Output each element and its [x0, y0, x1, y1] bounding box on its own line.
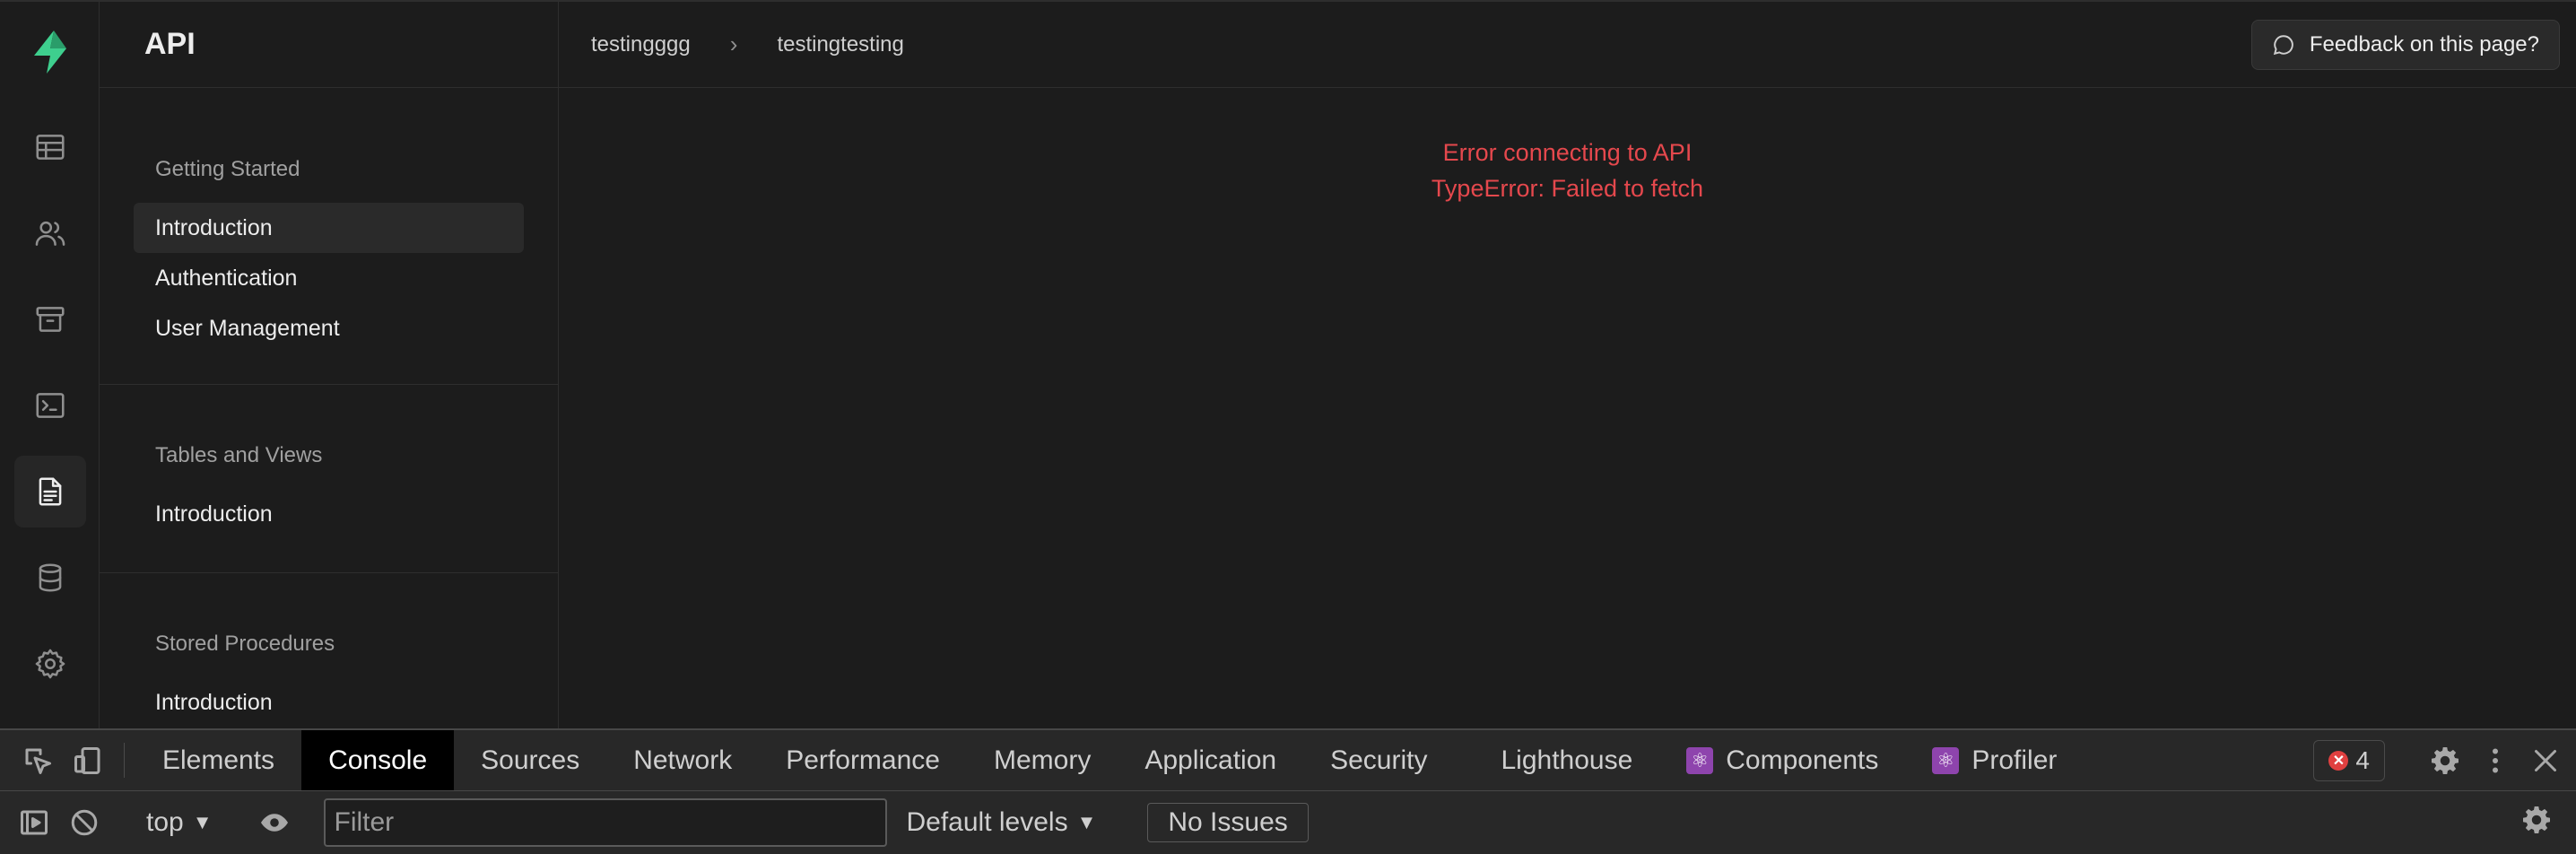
- tab-sources[interactable]: Sources: [454, 730, 606, 790]
- react-icon: ⚛: [1932, 746, 1960, 774]
- tab-components[interactable]: ⚛ Components: [1659, 730, 1905, 790]
- settings-button[interactable]: [14, 628, 86, 700]
- main-content: testingggg › testingtesting Feedback on …: [559, 2, 2576, 730]
- feedback-label: Feedback on this page?: [2309, 32, 2539, 57]
- live-expression-button[interactable]: [249, 806, 300, 839]
- gear-icon: [2523, 806, 2550, 833]
- terminal-icon: [36, 393, 65, 418]
- caret-down-icon: ▼: [192, 811, 213, 833]
- top-bar: testingggg › testingtesting Feedback on …: [559, 2, 2576, 88]
- devtools-right-controls: ✕ 4: [2313, 730, 2576, 791]
- levels-value: Default levels: [906, 807, 1068, 837]
- tab-lighthouse[interactable]: Lighthouse: [1454, 730, 1659, 790]
- devtools-settings-button[interactable]: [2420, 745, 2470, 777]
- issues-button[interactable]: No Issues: [1147, 803, 1309, 842]
- caret-down-icon: ▼: [1076, 811, 1097, 833]
- tab-label: Components: [1726, 745, 1879, 775]
- devtools-panel: Elements Console Sources Network Perform…: [0, 728, 2576, 854]
- bolt-logo-icon[interactable]: [25, 27, 75, 77]
- users-button[interactable]: [14, 197, 86, 269]
- table-editor-button[interactable]: [14, 111, 86, 183]
- tab-memory[interactable]: Memory: [967, 730, 1118, 790]
- block-icon: [71, 809, 98, 836]
- tab-network[interactable]: Network: [606, 730, 759, 790]
- context-value: top: [146, 807, 184, 837]
- nav-item-introduction[interactable]: Introduction: [134, 489, 524, 539]
- sidebar-toggle-icon: [21, 810, 48, 835]
- device-toolbar-button[interactable]: [63, 730, 113, 790]
- settings-icon: [35, 649, 65, 679]
- nav-item-user-management[interactable]: User Management: [134, 303, 524, 353]
- gear-icon: [2432, 747, 2459, 774]
- nav-heading: Stored Procedures: [155, 632, 335, 656]
- storage-button[interactable]: [14, 283, 86, 355]
- inspect-element-button[interactable]: [13, 730, 63, 790]
- console-toolbar: top ▼ Default levels ▼ No Issues: [0, 791, 2576, 854]
- icon-rail: [0, 2, 100, 730]
- tab-elements[interactable]: Elements: [135, 730, 301, 790]
- chat-bubble-icon: [2273, 35, 2293, 56]
- tab-console[interactable]: Console: [301, 730, 455, 790]
- more-options-button[interactable]: [2470, 745, 2520, 777]
- error-counter[interactable]: ✕ 4: [2313, 740, 2385, 781]
- tab-label: Profiler: [1971, 745, 2058, 775]
- breadcrumb-project[interactable]: testingggg: [591, 32, 691, 57]
- api-docs-button[interactable]: [14, 456, 86, 527]
- users-icon: [35, 221, 65, 246]
- app-root: API Getting Started Introduction Authent…: [0, 0, 2576, 854]
- document-icon: [39, 477, 62, 506]
- sql-editor-button[interactable]: [14, 370, 86, 441]
- tab-security[interactable]: Security: [1303, 730, 1454, 790]
- toggle-sidebar-button[interactable]: [9, 806, 59, 839]
- nav-heading: Getting Started: [155, 157, 300, 181]
- app-area: API Getting Started Introduction Authent…: [0, 0, 2576, 730]
- inspect-cursor-icon: [25, 748, 51, 774]
- clear-console-button[interactable]: [59, 806, 109, 839]
- react-icon: ⚛: [1686, 746, 1714, 774]
- nav-section-stored-procedures: Stored Procedures Introduction: [100, 573, 558, 735]
- devtools-tab-bar: Elements Console Sources Network Perform…: [0, 730, 2576, 791]
- console-settings-button[interactable]: [2511, 804, 2562, 836]
- divider: [124, 743, 125, 778]
- error-title: Error connecting to API: [1442, 139, 1693, 166]
- feedback-button[interactable]: Feedback on this page?: [2250, 20, 2560, 70]
- error-count: 4: [2355, 746, 2370, 774]
- tab-application[interactable]: Application: [1118, 730, 1303, 790]
- tab-profiler[interactable]: ⚛ Profiler: [1905, 730, 2084, 790]
- nav-item-authentication[interactable]: Authentication: [134, 253, 524, 303]
- nav-section-getting-started: Getting Started Introduction Authenticat…: [100, 88, 558, 385]
- nav-section-tables-and-views: Tables and Views Introduction: [100, 385, 558, 573]
- archive-icon: [36, 307, 65, 332]
- table-editor-icon: [36, 135, 65, 160]
- error-detail: TypeError: Failed to fetch: [1431, 175, 1704, 202]
- breadcrumb-page[interactable]: testingtesting: [777, 32, 903, 57]
- kebab-menu-icon: [2493, 748, 2498, 773]
- tab-performance[interactable]: Performance: [759, 730, 967, 790]
- api-docs-sidebar: API Getting Started Introduction Authent…: [100, 2, 559, 730]
- eye-icon: [260, 814, 288, 832]
- sidebar-title: API: [144, 27, 196, 61]
- context-select[interactable]: top ▼: [132, 807, 227, 838]
- nav-item-introduction[interactable]: Introduction: [134, 677, 524, 728]
- error-x-icon: ✕: [2328, 751, 2349, 771]
- close-icon: [2535, 750, 2556, 771]
- nav-item-introduction[interactable]: Introduction: [134, 203, 524, 253]
- sidebar-header: API: [100, 2, 558, 88]
- device-toggle-icon: [74, 746, 100, 774]
- database-button[interactable]: [14, 542, 86, 614]
- filter-input[interactable]: [323, 798, 887, 847]
- database-icon: [39, 563, 62, 592]
- chevron-right-icon: ›: [729, 30, 738, 57]
- nav-heading: Tables and Views: [155, 443, 323, 467]
- close-devtools-button[interactable]: [2520, 745, 2571, 777]
- error-message: Error connecting to API TypeError: Faile…: [559, 135, 2576, 206]
- log-levels-select[interactable]: Default levels ▼: [887, 807, 1117, 838]
